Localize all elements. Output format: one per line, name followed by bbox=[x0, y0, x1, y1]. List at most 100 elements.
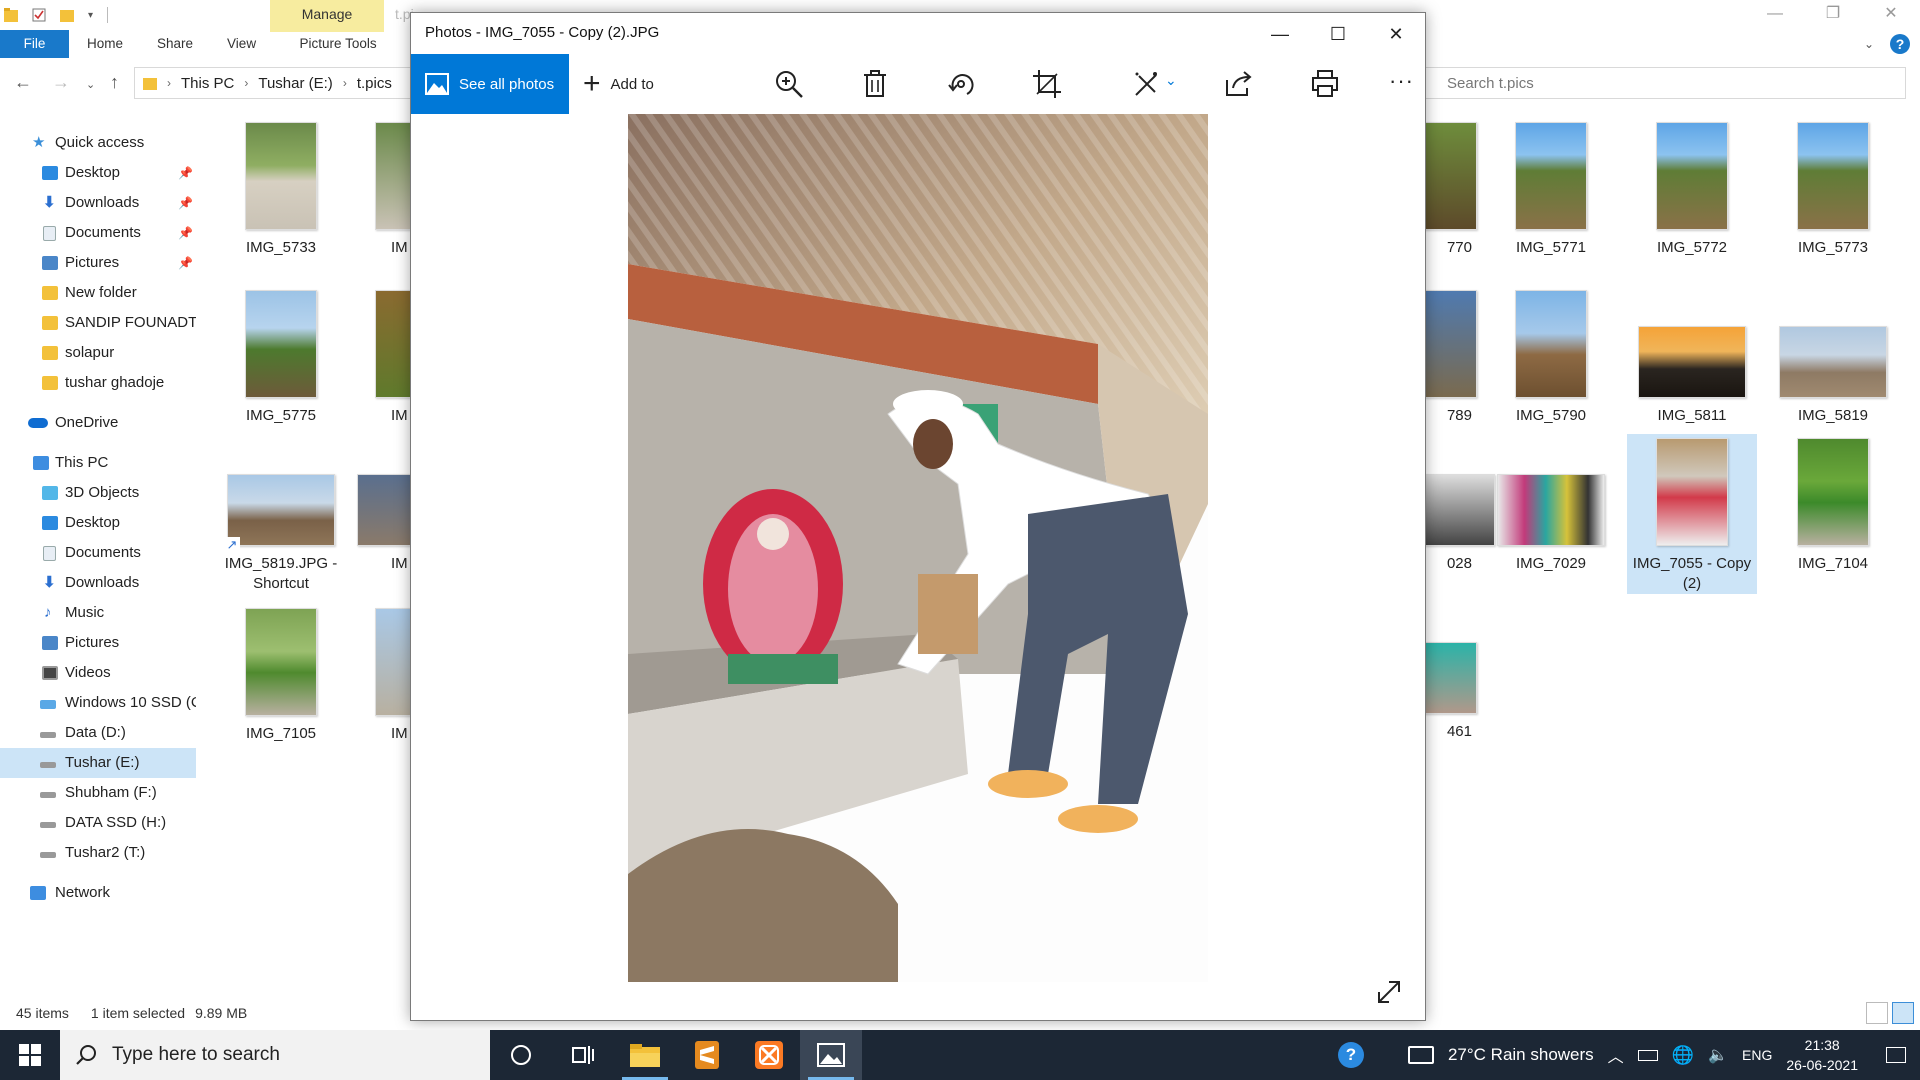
maximize-icon[interactable]: ☐ bbox=[1309, 13, 1367, 55]
help-icon[interactable]: ? bbox=[1890, 34, 1910, 54]
nav-drive-d[interactable]: Data (D:) bbox=[0, 718, 196, 748]
share-icon[interactable] bbox=[1223, 68, 1255, 100]
taskbar-search-box[interactable]: Type here to search bbox=[60, 1030, 490, 1080]
xampp-taskbar-button[interactable] bbox=[738, 1030, 800, 1080]
task-view-button[interactable] bbox=[552, 1030, 614, 1080]
sublime-text-taskbar-button[interactable] bbox=[676, 1030, 738, 1080]
file-item[interactable]: IMG_7105 bbox=[216, 608, 346, 744]
folder-icon[interactable] bbox=[4, 7, 18, 23]
file-item[interactable]: IMG_7029 bbox=[1486, 474, 1616, 574]
file-item-selected[interactable]: IMG_7055 - Copy (2) bbox=[1627, 434, 1757, 594]
close-icon[interactable]: ✕ bbox=[1367, 13, 1425, 55]
photo-canvas[interactable] bbox=[628, 114, 1208, 982]
file-item[interactable]: IMG_7104 bbox=[1768, 438, 1898, 574]
clock[interactable]: 21:38 26-06-2021 bbox=[1786, 1035, 1858, 1075]
nav-this-pc[interactable]: This PC bbox=[0, 448, 196, 478]
nav-drive-t[interactable]: Tushar2 (T:) bbox=[0, 838, 196, 868]
up-icon[interactable]: ↑ bbox=[110, 72, 119, 93]
pin-icon[interactable]: 📌 bbox=[178, 218, 193, 248]
volume-icon[interactable]: 🔈 bbox=[1708, 1045, 1728, 1065]
customize-qat-icon[interactable]: ▾ bbox=[88, 10, 93, 21]
manage-context-tab[interactable]: Manage bbox=[270, 0, 384, 32]
chevron-down-icon[interactable]: ⌄ bbox=[1165, 72, 1177, 89]
crop-icon[interactable] bbox=[1031, 68, 1063, 100]
search-input[interactable]: Search t.pics bbox=[1410, 67, 1906, 99]
weather-text[interactable]: 27°C Rain showers bbox=[1448, 1045, 1594, 1065]
edit-icon[interactable] bbox=[1131, 68, 1163, 100]
recent-locations-icon[interactable]: ⌄ bbox=[86, 78, 95, 91]
address-bar[interactable]: › This PC › Tushar (E:) › t.pics bbox=[134, 67, 414, 99]
tab-share[interactable]: Share bbox=[140, 30, 210, 58]
file-item[interactable]: IMG_5811 bbox=[1627, 326, 1757, 426]
file-item[interactable]: IMG_5771 bbox=[1486, 122, 1616, 258]
breadcrumb-tushar-e[interactable]: Tushar (E:) bbox=[258, 75, 332, 92]
new-folder-icon[interactable] bbox=[60, 7, 74, 23]
nav-drive-h[interactable]: DATA SSD (H:) bbox=[0, 808, 196, 838]
restore-icon[interactable]: ❐ bbox=[1804, 0, 1862, 30]
see-all-photos-button[interactable]: See all photos bbox=[411, 54, 569, 114]
minimize-icon[interactable]: — bbox=[1746, 0, 1804, 30]
nav-drive-c[interactable]: Windows 10 SSD (C bbox=[0, 688, 196, 718]
nav-quick-access[interactable]: ★ Quick access bbox=[0, 128, 196, 158]
help-circle-icon[interactable]: ? bbox=[1337, 1042, 1364, 1068]
notifications-icon[interactable] bbox=[1886, 1047, 1906, 1063]
nav-quick-downloads[interactable]: ⬇ Downloads 📌 bbox=[0, 188, 196, 218]
close-icon[interactable]: ✕ bbox=[1862, 0, 1920, 30]
file-explorer-taskbar-button[interactable] bbox=[614, 1030, 676, 1080]
network-globe-icon[interactable]: 🌐 bbox=[1672, 1045, 1694, 1066]
nav-drive-f[interactable]: Shubham (F:) bbox=[0, 778, 196, 808]
print-icon[interactable] bbox=[1309, 68, 1341, 100]
pin-icon[interactable]: 📌 bbox=[178, 248, 193, 278]
show-hidden-icons-icon[interactable]: ︿ bbox=[1608, 1043, 1624, 1067]
file-item[interactable]: ↗ IMG_5819.JPG - Shortcut bbox=[216, 474, 346, 594]
tab-home[interactable]: Home bbox=[69, 30, 140, 58]
pin-icon[interactable]: 📌 bbox=[178, 188, 193, 218]
photos-taskbar-button[interactable] bbox=[800, 1030, 862, 1080]
nav-music[interactable]: ♪ Music bbox=[0, 598, 196, 628]
back-icon[interactable]: ← bbox=[14, 72, 32, 93]
large-icons-view-icon[interactable] bbox=[1892, 1002, 1914, 1024]
properties-icon[interactable] bbox=[32, 7, 46, 23]
nav-network[interactable]: Network bbox=[0, 878, 196, 908]
nav-videos[interactable]: Videos bbox=[0, 658, 196, 688]
file-item[interactable]: IMG_5775 bbox=[216, 290, 346, 426]
nav-quick-new-folder[interactable]: New folder bbox=[0, 278, 196, 308]
breadcrumb-t-pics[interactable]: t.pics bbox=[357, 75, 392, 92]
nav-quick-pictures[interactable]: Pictures 📌 bbox=[0, 248, 196, 278]
nav-quick-sandip[interactable]: SANDIP FOUNADTIO bbox=[0, 308, 196, 338]
zoom-in-icon[interactable] bbox=[773, 68, 805, 100]
nav-quick-solapur[interactable]: solapur bbox=[0, 338, 196, 368]
expand-ribbon-icon[interactable]: ⌄ bbox=[1864, 37, 1874, 51]
tab-file[interactable]: File bbox=[0, 30, 69, 58]
tab-picture-tools[interactable]: Picture Tools bbox=[281, 30, 395, 58]
details-view-icon[interactable] bbox=[1866, 1002, 1888, 1024]
nav-desktop[interactable]: Desktop bbox=[0, 508, 196, 538]
tab-view[interactable]: View bbox=[210, 30, 273, 58]
language-indicator[interactable]: ENG bbox=[1742, 1047, 1772, 1063]
nav-quick-documents[interactable]: Documents 📌 bbox=[0, 218, 196, 248]
minimize-icon[interactable]: — bbox=[1251, 13, 1309, 55]
nav-quick-desktop[interactable]: Desktop 📌 bbox=[0, 158, 196, 188]
file-item[interactable]: IMG_5733 bbox=[216, 122, 346, 258]
pin-icon[interactable]: 📌 bbox=[178, 158, 193, 188]
file-item[interactable]: IMG_5790 bbox=[1486, 290, 1616, 426]
file-item[interactable]: IMG_5773 bbox=[1768, 122, 1898, 258]
nav-3d-objects[interactable]: 3D Objects bbox=[0, 478, 196, 508]
delete-icon[interactable] bbox=[859, 68, 891, 100]
more-icon[interactable]: ··· bbox=[1389, 68, 1414, 94]
start-button[interactable] bbox=[0, 1030, 60, 1080]
nav-drive-e[interactable]: Tushar (E:) bbox=[0, 748, 196, 778]
nav-documents[interactable]: Documents bbox=[0, 538, 196, 568]
nav-onedrive[interactable]: OneDrive bbox=[0, 408, 196, 438]
add-to-button[interactable]: + Add to bbox=[583, 54, 654, 114]
file-item[interactable]: IMG_5819 bbox=[1768, 326, 1898, 426]
forward-icon[interactable]: → bbox=[52, 72, 70, 93]
battery-icon[interactable] bbox=[1637, 1049, 1658, 1061]
cortana-button[interactable] bbox=[490, 1030, 552, 1080]
nav-downloads[interactable]: ⬇ Downloads bbox=[0, 568, 196, 598]
breadcrumb-this-pc[interactable]: This PC bbox=[181, 75, 234, 92]
expand-fullscreen-icon[interactable] bbox=[1375, 978, 1403, 1006]
nav-pictures[interactable]: Pictures bbox=[0, 628, 196, 658]
weather-icon[interactable] bbox=[1407, 1046, 1434, 1064]
rotate-icon[interactable] bbox=[945, 68, 977, 100]
